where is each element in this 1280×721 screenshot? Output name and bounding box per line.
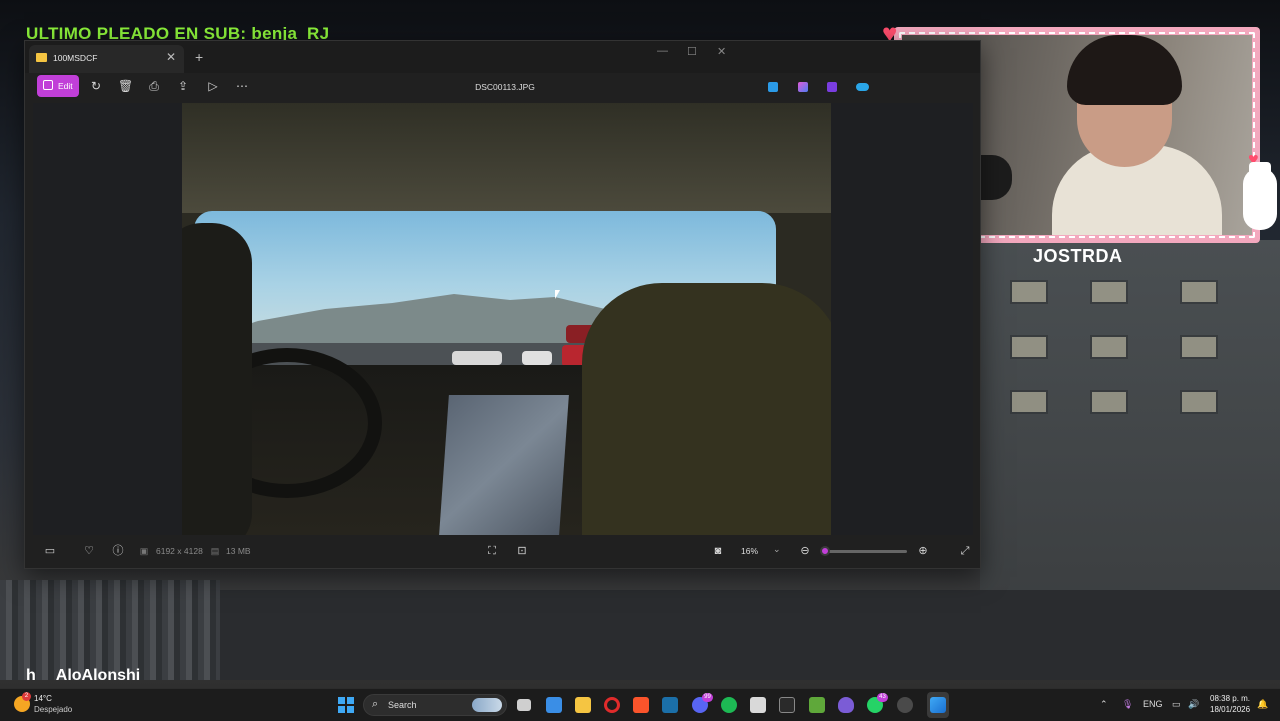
- screenshot-icon[interactable]: ◙: [711, 544, 725, 558]
- photo-image[interactable]: [182, 103, 831, 535]
- microphone-icon[interactable]: 🎙: [1122, 699, 1133, 710]
- edit-button[interactable]: Edit: [37, 75, 79, 97]
- more-icon[interactable]: ⋯: [235, 79, 249, 93]
- notifications-icon[interactable]: 🔔: [1257, 699, 1268, 710]
- language-indicator[interactable]: ENG: [1143, 699, 1163, 709]
- tab-bar: 100MSDCF ✕ + — ☐ ✕: [25, 41, 980, 73]
- weather-temperature[interactable]: 14°C: [34, 694, 52, 703]
- background-building: [980, 240, 1280, 600]
- weather-badge: 2: [22, 692, 31, 701]
- weather-description[interactable]: Despejado: [34, 705, 72, 714]
- info-icon[interactable]: ⓘ: [111, 544, 125, 558]
- designer-icon[interactable]: [768, 82, 778, 92]
- edit-label: Edit: [58, 81, 73, 91]
- discord-icon[interactable]: 99: [692, 693, 713, 713]
- taskbar: 2 14°C Despejado ⌕ Search 99 43 ⌃ 🎙 ENG …: [0, 688, 1280, 721]
- discord-badge: 99: [702, 693, 713, 702]
- tab-title: 100MSDCF: [53, 53, 98, 63]
- zoom-level[interactable]: 16%: [741, 546, 758, 556]
- clipchamp-icon[interactable]: [827, 82, 837, 92]
- tray-overflow-icon[interactable]: ⌃: [1100, 699, 1108, 710]
- slideshow-icon[interactable]: ▷: [206, 79, 220, 93]
- brave-icon[interactable]: [633, 697, 649, 713]
- new-tab-button[interactable]: +: [195, 49, 203, 65]
- start-button[interactable]: [338, 697, 354, 713]
- search-highlight-art: [472, 698, 502, 712]
- actual-size-icon[interactable]: ⊡: [515, 544, 529, 558]
- print-icon[interactable]: ⎙: [147, 79, 161, 93]
- maximize-button[interactable]: ☐: [687, 45, 697, 58]
- copilot-icon[interactable]: [798, 82, 808, 92]
- cat-sticker: [1243, 162, 1277, 230]
- file-size: 13 MB: [226, 546, 251, 556]
- status-bar: ▭ ♡ ⓘ ▣ 6192 x 4128 ▤ 13 MB ⛶ ⊡ ◙ 16% ⌄ …: [25, 535, 980, 568]
- whatsapp-icon[interactable]: 43: [867, 693, 888, 713]
- toolbar: Edit ↻ 🗑 ⎙ ⇪ ▷ ⋯ DSC00113.JPG: [25, 73, 980, 103]
- filmstrip-icon[interactable]: ▭: [43, 544, 57, 558]
- dimensions-icon: ▣: [139, 546, 149, 556]
- favorite-icon[interactable]: ♡: [82, 544, 96, 558]
- photos-icon: [930, 697, 946, 713]
- zoom-in-icon[interactable]: ⊕: [916, 544, 930, 558]
- rotate-icon[interactable]: ↻: [89, 79, 103, 93]
- search-placeholder: Search: [388, 700, 417, 710]
- image-dimensions: 6192 x 4128: [156, 546, 203, 556]
- minimize-button[interactable]: —: [657, 45, 668, 57]
- network-icon[interactable]: ▭: [1172, 699, 1181, 710]
- fit-to-window-icon[interactable]: ⛶: [485, 544, 499, 558]
- store-icon[interactable]: [750, 697, 766, 713]
- close-button[interactable]: ✕: [717, 45, 726, 58]
- taskbar-search[interactable]: ⌕ Search: [363, 694, 507, 716]
- tab-100msdcf[interactable]: 100MSDCF ✕: [29, 45, 184, 73]
- edit-icon: [43, 80, 53, 90]
- background-desk: [220, 590, 1280, 680]
- task-view-icon[interactable]: [517, 699, 531, 711]
- clock-time[interactable]: 08:38 p. m.: [1210, 694, 1250, 703]
- zoom-slider[interactable]: [820, 546, 907, 556]
- chat-message: h AloAlonshi: [26, 667, 160, 685]
- search-icon: ⌕: [372, 698, 379, 710]
- whatsapp-badge: 43: [877, 693, 888, 702]
- file-explorer-icon[interactable]: [575, 697, 591, 713]
- file-name: DSC00113.JPG: [475, 82, 535, 92]
- obsidian-icon[interactable]: [838, 697, 854, 713]
- file-size-icon: ▤: [210, 546, 220, 556]
- zoom-slider-thumb[interactable]: [820, 546, 830, 556]
- spotify-icon[interactable]: [721, 697, 737, 713]
- clock-date[interactable]: 18/01/2026: [1210, 705, 1250, 714]
- zoom-dropdown-icon[interactable]: ⌄: [773, 544, 781, 555]
- obs-icon[interactable]: [897, 697, 913, 713]
- onedrive-icon[interactable]: [856, 83, 869, 91]
- chat-username: AloAlonshi: [55, 667, 141, 684]
- zoom-out-icon[interactable]: ⊖: [798, 544, 812, 558]
- photos-taskbar-active[interactable]: [927, 692, 949, 718]
- share-icon[interactable]: ⇪: [176, 79, 190, 93]
- folder-icon: [36, 53, 47, 62]
- minecraft-icon[interactable]: [809, 697, 825, 713]
- streamer-name: JOSTRDA: [1033, 246, 1123, 266]
- volume-icon[interactable]: 🔊: [1188, 699, 1199, 710]
- chat-prefix: h: [26, 667, 36, 684]
- photos-window: 100MSDCF ✕ + — ☐ ✕ Edit ↻ 🗑 ⎙ ⇪ ▷ ⋯ DSC0…: [24, 40, 981, 569]
- delete-icon[interactable]: 🗑: [118, 79, 133, 93]
- opera-icon[interactable]: [604, 697, 620, 713]
- steam-icon[interactable]: [662, 697, 678, 713]
- background-bookshelf: [0, 580, 220, 680]
- fullscreen-icon[interactable]: ⤢: [958, 544, 972, 558]
- epic-games-icon[interactable]: [779, 697, 795, 713]
- widgets-icon[interactable]: [546, 697, 562, 713]
- image-viewport: [33, 103, 973, 535]
- mouse-cursor: [555, 290, 560, 299]
- tab-close-icon[interactable]: ✕: [166, 50, 176, 64]
